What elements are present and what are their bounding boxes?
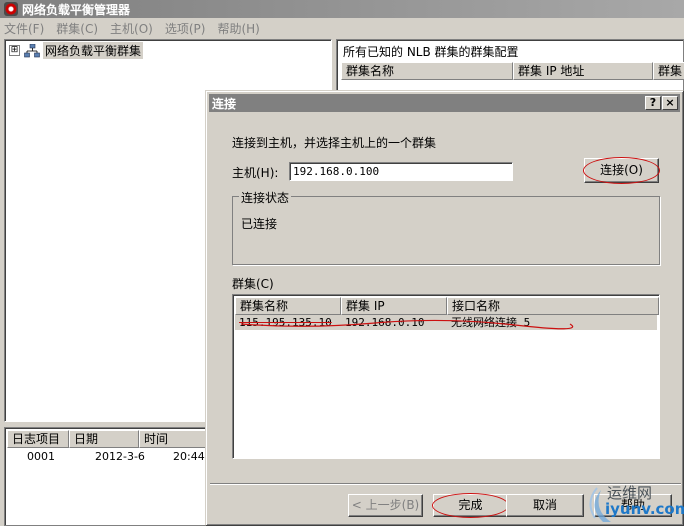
expand-icon[interactable]: ⊞ [9,45,20,56]
menu-cluster[interactable]: 群集(C) [56,20,98,37]
column-header-cluster-name[interactable]: 群集名称 [235,297,341,315]
host-label: 主机(H): [232,166,279,180]
column-header-log-entry[interactable]: 日志项目 [7,430,69,448]
network-cluster-icon [24,43,40,57]
connect-dialog: 连接 ? × 连接到主机，并选择主机上的一个群集 主机(H): 连接(O) 连接… [205,90,684,526]
close-icon[interactable]: × [662,96,678,110]
column-header-interface-name[interactable]: 接口名称 [447,297,659,315]
column-header-cluster-ip[interactable]: 群集 IP 地址 [513,62,653,80]
cluster-list[interactable]: 群集名称 群集 IP 接口名称 115.195.135.10 192.168.0… [232,294,660,459]
log-date: 2012-3-6 [95,450,145,463]
host-input[interactable] [289,162,513,181]
tree-item-root[interactable]: ⊞ 网络负载平衡群集 [9,42,144,59]
dialog-title-bar[interactable]: 连接 ? × [209,94,680,112]
menu-file[interactable]: 文件(F) [4,20,44,37]
dialog-title: 连接 [212,96,237,111]
column-header-date[interactable]: 日期 [69,430,139,448]
column-header-cluster-extra[interactable]: 群集 [653,62,684,80]
menu-host[interactable]: 主机(O) [110,20,153,37]
finish-button[interactable]: 完成 [432,493,509,518]
back-button[interactable]: < 上一步(B) [348,494,423,517]
nlb-app-icon [4,2,18,16]
connect-button[interactable]: 连接(O) [583,157,660,184]
clusters-label: 群集(C) [232,277,274,291]
tree-item-label: 网络负载平衡群集 [43,42,144,59]
cluster-list-header: 群集名称 群集 IP 接口名称 [235,297,659,315]
cancel-button[interactable]: 取消 [506,494,584,517]
column-header-cluster-name[interactable]: 群集名称 [341,62,513,80]
site-watermark: 运维网 iyunv.com [583,482,684,526]
cluster-config-header: 群集名称 群集 IP 地址 群集 [341,62,684,80]
menu-help[interactable]: 帮助(H) [217,20,259,37]
cluster-config-title: 所有已知的 NLB 群集的群集配置 [343,45,519,59]
menu-bar: 文件(F) 群集(C) 主机(O) 选项(P) 帮助(H) [0,18,684,38]
column-header-cluster-ip[interactable]: 群集 IP [341,297,447,315]
connection-status-label: 连接状态 [239,189,292,206]
log-header: 日志项目 日期 时间 [7,430,207,448]
main-window-title: 网络负载平衡管理器 [22,2,131,17]
help-icon[interactable]: ? [645,96,661,110]
watermark-bottom-text: iyunv.com [605,500,684,518]
connection-status-text: 已连接 [241,217,278,231]
connection-status-group: 连接状态 已连接 [232,189,660,265]
dialog-instruction: 连接到主机，并选择主机上的一个群集 [232,136,437,150]
red-annotation-underline [240,319,574,330]
menu-options[interactable]: 选项(P) [165,20,206,37]
column-header-time[interactable]: 时间 [139,430,207,448]
cluster-row[interactable]: 115.195.135.10 192.168.0.10 无线网络连接 5 [235,315,657,330]
main-window-title-bar[interactable]: 网络负载平衡管理器 [0,0,684,18]
log-entry: 0001 [27,450,55,463]
log-pane: 日志项目 日期 时间 0001 2012-3-6 20:44:05 [4,427,222,526]
